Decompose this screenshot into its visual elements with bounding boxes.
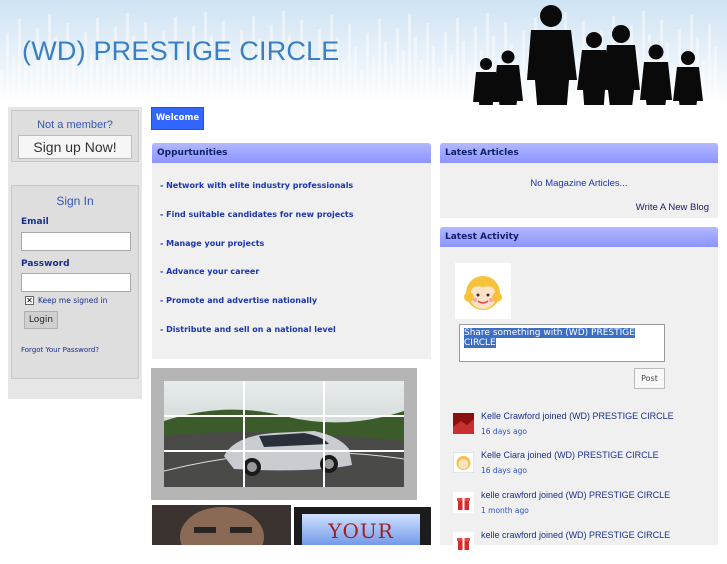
activity-action: joined (WD) PRESTIGE CIRCLE bbox=[539, 530, 671, 540]
car-image-frame bbox=[151, 368, 417, 500]
header-bar bbox=[438, 69, 441, 100]
activity-text: kelle crawford joined (WD) PRESTIGE CIRC… bbox=[481, 530, 670, 540]
header-bar bbox=[384, 42, 387, 100]
promo-banner-text: YOUR bbox=[302, 514, 420, 545]
header-bar bbox=[390, 65, 393, 100]
activity-user-link[interactable]: Kelle Ciara bbox=[481, 450, 525, 460]
header-bar bbox=[30, 65, 33, 100]
promo-banner-thumbnail[interactable]: YOUR bbox=[294, 507, 431, 545]
header-bar bbox=[366, 33, 369, 100]
header-bar bbox=[108, 64, 111, 100]
gift-icon[interactable] bbox=[453, 492, 474, 513]
opportunity-item: - Manage your projects bbox=[160, 239, 265, 248]
header-bar bbox=[360, 70, 363, 100]
opportunities-header: Oppurtunities bbox=[152, 143, 431, 163]
latest-activity-header: Latest Activity bbox=[440, 227, 718, 247]
tab-welcome[interactable]: Welcome bbox=[151, 107, 204, 130]
header-bar bbox=[420, 60, 423, 100]
opportunity-item: - Distribute and sell on a national leve… bbox=[160, 325, 336, 334]
keep-signed-in-checkbox[interactable]: ✕ bbox=[25, 296, 34, 305]
header-bar bbox=[372, 56, 375, 100]
car-photo[interactable] bbox=[164, 381, 404, 487]
opportunities-box: Oppurtunities - Network with elite indus… bbox=[152, 143, 431, 359]
activity-user-link[interactable]: kelle crawford bbox=[481, 490, 537, 500]
user-avatar[interactable] bbox=[455, 263, 511, 319]
header-bar bbox=[234, 67, 237, 100]
activity-action: joined (WD) PRESTIGE CIRCLE bbox=[542, 411, 674, 421]
latest-activity-box: Latest Activity Share something with (WD… bbox=[440, 227, 718, 553]
activity-item: Kelle Crawford joined (WD) PRESTIGE CIRC… bbox=[453, 411, 713, 445]
site-header: (WD) PRESTIGE CIRCLE bbox=[0, 0, 727, 105]
password-label: Password bbox=[21, 259, 70, 269]
header-bar bbox=[402, 51, 405, 100]
business-people-silhouette bbox=[473, 5, 703, 105]
opportunity-item: - Promote and advertise nationally bbox=[160, 296, 318, 305]
not-member-text: Not a member? bbox=[37, 119, 113, 131]
member-panel: Not a member? Sign up Now! bbox=[11, 110, 139, 162]
header-bar bbox=[6, 33, 9, 100]
activity-text: Kelle Crawford joined (WD) PRESTIGE CIRC… bbox=[481, 411, 674, 421]
gift-icon[interactable] bbox=[453, 532, 474, 553]
keep-signed-in-row: ✕ Keep me signed in bbox=[25, 296, 107, 305]
face-photo bbox=[152, 505, 291, 545]
email-field[interactable] bbox=[21, 232, 131, 251]
activity-time: 16 days ago bbox=[481, 427, 527, 436]
signup-button[interactable]: Sign up Now! bbox=[18, 135, 132, 159]
latest-articles-box: Latest Articles No Magazine Articles... … bbox=[440, 143, 718, 218]
site-title[interactable]: (WD) PRESTIGE CIRCLE bbox=[22, 36, 340, 67]
header-bar bbox=[0, 70, 3, 100]
header-bar bbox=[378, 19, 381, 100]
header-bar bbox=[432, 46, 435, 100]
header-bar bbox=[462, 41, 465, 100]
activity-time: 16 days ago bbox=[481, 466, 527, 475]
signin-title: Sign In bbox=[56, 194, 94, 208]
activity-item: kelle crawford joined (WD) PRESTIGE CIRC… bbox=[453, 530, 713, 564]
header-bar bbox=[354, 47, 357, 100]
header-bar bbox=[714, 47, 717, 100]
header-bar bbox=[408, 14, 411, 100]
opportunity-item: - Find suitable candidates for new proje… bbox=[160, 210, 354, 219]
opportunity-item: - Network with elite industry profession… bbox=[160, 181, 354, 190]
activity-user-link[interactable]: Kelle Crawford bbox=[481, 411, 540, 421]
header-bar bbox=[348, 24, 351, 100]
header-bar bbox=[444, 32, 447, 100]
signin-panel: Sign In Email Password ✕ Keep me signed … bbox=[11, 185, 139, 379]
portrait-thumbnail[interactable] bbox=[152, 505, 291, 545]
header-bar bbox=[18, 19, 21, 100]
latest-articles-header: Latest Articles bbox=[440, 143, 718, 163]
write-blog-link[interactable]: Write A New Blog bbox=[636, 202, 709, 213]
activity-time: 1 month ago bbox=[481, 506, 529, 515]
activity-action: joined (WD) PRESTIGE CIRCLE bbox=[527, 450, 659, 460]
activity-item: kelle crawford joined (WD) PRESTIGE CIRC… bbox=[453, 490, 713, 524]
header-bar bbox=[312, 66, 315, 100]
red-landscape-thumb[interactable] bbox=[453, 413, 474, 434]
header-bar bbox=[414, 37, 417, 100]
header-bar bbox=[342, 61, 345, 100]
keep-signed-in-label: Keep me signed in bbox=[38, 296, 108, 305]
no-articles-text: No Magazine Articles... bbox=[530, 178, 628, 189]
opportunity-item: - Advance your career bbox=[160, 267, 260, 276]
header-bar bbox=[156, 68, 159, 100]
activity-item: Kelle Ciara joined (WD) PRESTIGE CIRCLE … bbox=[453, 450, 713, 484]
header-bar bbox=[396, 28, 399, 100]
post-button[interactable]: Post bbox=[634, 368, 665, 389]
header-bar bbox=[456, 18, 459, 100]
cartoon-face-thumb[interactable] bbox=[453, 452, 474, 473]
header-bar bbox=[450, 55, 453, 100]
left-sidebar: Not a member? Sign up Now! Sign In Email… bbox=[8, 107, 142, 399]
password-field[interactable] bbox=[21, 273, 131, 292]
header-bar bbox=[264, 62, 267, 100]
login-button[interactable]: Login bbox=[24, 311, 58, 329]
activity-text: kelle crawford joined (WD) PRESTIGE CIRC… bbox=[481, 490, 670, 500]
header-bar bbox=[426, 23, 429, 100]
header-bar bbox=[186, 63, 189, 100]
email-label: Email bbox=[21, 217, 49, 227]
header-bar bbox=[78, 69, 81, 100]
activity-text: Kelle Ciara joined (WD) PRESTIGE CIRCLE bbox=[481, 450, 659, 460]
header-bar bbox=[12, 56, 15, 100]
forgot-password-link[interactable]: Forgot Your Password? bbox=[21, 346, 99, 354]
activity-user-link[interactable]: kelle crawford bbox=[481, 530, 537, 540]
activity-action: joined (WD) PRESTIGE CIRCLE bbox=[539, 490, 671, 500]
share-input[interactable]: Share something with (WD) PRESTIGE CIRCL… bbox=[459, 324, 665, 362]
